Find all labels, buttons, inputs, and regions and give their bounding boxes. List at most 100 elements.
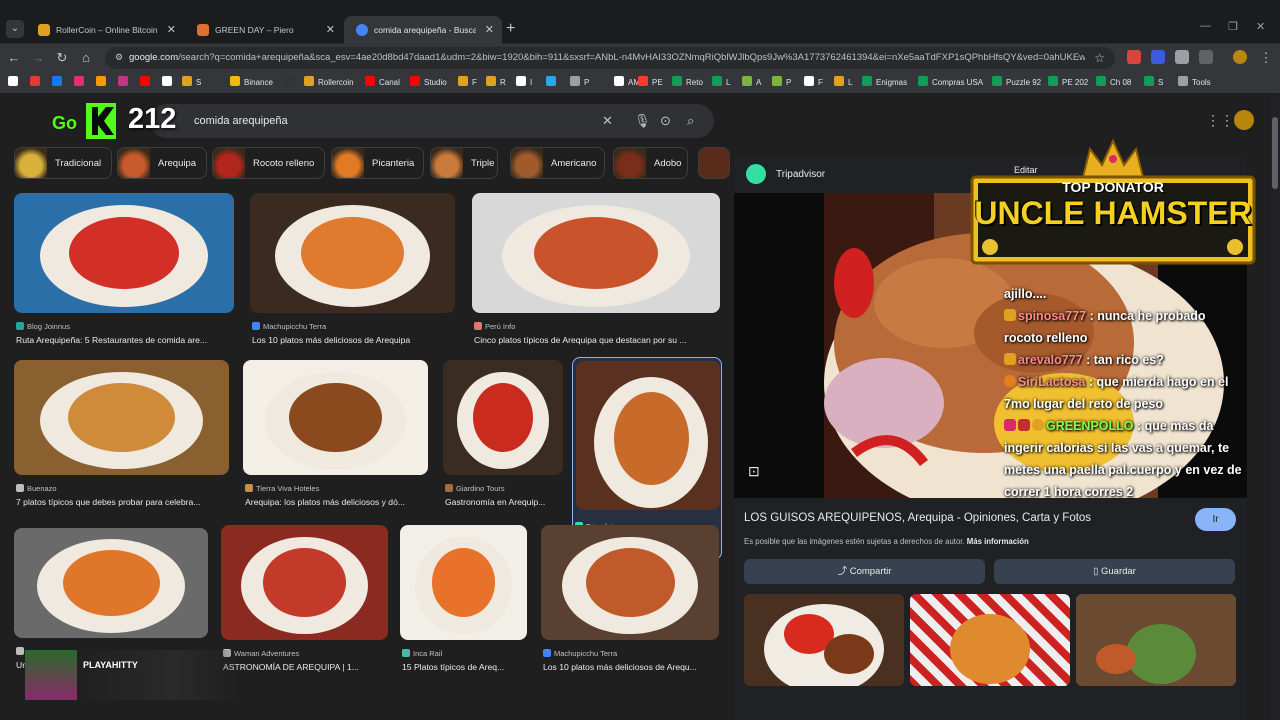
search-icon[interactable]: ⌕ — [687, 104, 694, 138]
bookmark-item[interactable] — [140, 76, 154, 90]
result-source[interactable]: Giardino Tours — [445, 484, 505, 493]
voice-search-icon[interactable]: 🎙 — [634, 104, 651, 138]
close-tab-icon[interactable]: ✕ — [485, 16, 494, 44]
bookmark-item[interactable]: Canal — [365, 76, 400, 90]
tab-search-button[interactable]: ⌄ — [6, 20, 24, 38]
page-scrollbar[interactable] — [1270, 95, 1280, 720]
result-caption[interactable]: 7 platos típicos que debes probar para c… — [16, 497, 227, 507]
profile-avatar-icon[interactable] — [1233, 50, 1247, 64]
scroll-thumb[interactable] — [1272, 117, 1278, 189]
bookmark-item[interactable]: Enigmas — [862, 76, 907, 90]
google-apps-icon[interactable]: ⋮⋮ — [1206, 112, 1234, 129]
result-source[interactable]: Buenazo — [16, 484, 57, 493]
result-thumbnail[interactable] — [472, 193, 720, 313]
bookmark-item[interactable]: Rollercoin — [304, 76, 354, 90]
home-icon[interactable]: ⌂ — [78, 50, 94, 66]
bookmark-item[interactable]: PE 202 — [1048, 76, 1088, 90]
close-tab-icon[interactable]: ✕ — [326, 16, 335, 44]
result-thumbnail[interactable] — [14, 193, 234, 313]
result-source[interactable]: Inca Rail — [402, 649, 442, 658]
result-thumbnail[interactable] — [243, 360, 428, 475]
bookmark-star-icon[interactable]: ☆ — [1094, 47, 1105, 69]
lens-icon[interactable]: ⊡ — [748, 463, 760, 480]
result-source[interactable]: Perú Info — [474, 322, 515, 331]
save-button[interactable]: ▯ Guardar — [994, 559, 1235, 584]
close-tab-icon[interactable]: ✕ — [167, 16, 176, 44]
extension-icon[interactable] — [1175, 50, 1189, 64]
image-result[interactable]: Tierra Viva Hoteles Arequipa: los platos … — [243, 360, 428, 523]
panel-site-name[interactable]: Tripadvisor — [776, 155, 825, 195]
lens-search-icon[interactable]: ⊙ — [660, 104, 671, 138]
result-caption[interactable]: Cinco platos típicos de Arequipa que des… — [474, 335, 718, 345]
bookmark-item[interactable]: Studio — [410, 76, 447, 90]
bookmark-item[interactable]: Binance — [230, 76, 273, 90]
result-source[interactable]: Tierra Viva Hoteles — [245, 484, 319, 493]
image-result[interactable]: Machupicchu Terra Los 10 platos más delic… — [541, 525, 719, 688]
forward-icon[interactable]: → — [30, 50, 46, 66]
related-image[interactable] — [744, 594, 904, 686]
result-thumbnail[interactable] — [576, 361, 720, 510]
account-avatar[interactable] — [1234, 110, 1254, 130]
image-result[interactable]: Inca Rail 15 Platos típicos de Areq... — [400, 525, 527, 688]
result-thumbnail[interactable] — [400, 525, 527, 640]
visit-button[interactable]: Ir — [1195, 508, 1236, 531]
bookmark-item[interactable] — [8, 76, 22, 90]
result-caption[interactable]: Ruta Arequipeña: 5 Restaurantes de comid… — [16, 335, 232, 345]
bookmark-item[interactable]: Ch 08 — [1096, 76, 1131, 90]
image-result[interactable]: Machupicchu Terra Los 10 platos más delic… — [250, 193, 455, 361]
extension-icon[interactable] — [1127, 50, 1141, 64]
back-icon[interactable]: ← — [6, 50, 22, 66]
bookmark-item[interactable]: S — [182, 76, 201, 90]
site-info-icon[interactable]: ⚙ — [115, 52, 127, 64]
more-info-link[interactable]: Más información — [967, 537, 1029, 546]
bookmark-item[interactable]: Compras USA — [918, 76, 983, 90]
result-thumbnail[interactable] — [443, 360, 563, 475]
result-source[interactable]: Machupicchu Terra — [543, 649, 617, 658]
new-tab-icon[interactable]: + — [506, 20, 515, 38]
result-caption[interactable]: ASTRONOMÍA DE AREQUIPA | 1... — [223, 662, 386, 672]
result-caption[interactable]: Arequipa: los platos más deliciosos y dó… — [245, 497, 426, 507]
result-thumbnail[interactable] — [541, 525, 719, 640]
bookmark-item[interactable]: F — [804, 76, 823, 90]
image-result[interactable]: Perú Info Cinco platos típicos de Arequip… — [472, 193, 720, 361]
extensions-puzzle-icon[interactable] — [1199, 50, 1213, 64]
menu-kebab-icon[interactable]: ⋮ — [1258, 50, 1274, 66]
bookmark-item[interactable] — [118, 76, 132, 90]
bookmark-item[interactable]: L — [834, 76, 852, 90]
result-thumbnail[interactable] — [221, 525, 388, 640]
minimize-icon[interactable]: — — [1200, 20, 1211, 32]
result-caption[interactable]: 15 Platos típicos de Areq... — [402, 662, 525, 672]
result-thumbnail[interactable] — [14, 528, 208, 638]
bookmark-item[interactable]: S — [1144, 76, 1163, 90]
close-window-icon[interactable]: ✕ — [1256, 20, 1265, 33]
bookmark-item[interactable]: P — [570, 76, 589, 90]
clear-icon[interactable]: ✕ — [602, 104, 613, 138]
bookmark-item[interactable]: Tools — [1178, 76, 1211, 90]
bookmark-item[interactable] — [74, 76, 88, 90]
bookmark-item[interactable]: L — [712, 76, 730, 90]
result-caption[interactable]: Los 10 platos más deliciosos de Arequipa — [252, 335, 453, 345]
result-caption[interactable]: Los 10 platos más deliciosos de Arequ... — [543, 662, 717, 672]
image-result[interactable]: Waman Adventures ASTRONOMÍA DE AREQUIPA |… — [221, 525, 388, 688]
filter-chip[interactable]: Adobo — [613, 147, 688, 179]
image-result[interactable]: Giardino Tours Gastronomía en Arequip... — [443, 360, 563, 523]
filter-chip[interactable] — [698, 147, 730, 179]
reload-icon[interactable]: ↻ — [54, 50, 70, 66]
bookmark-item[interactable]: I — [516, 76, 532, 90]
result-source[interactable]: Machupicchu Terra — [252, 322, 326, 331]
filter-chip[interactable]: Arequipa — [117, 147, 207, 179]
panel-title[interactable]: LOS GUISOS AREQUIPENOS, Arequipa - Opini… — [744, 512, 1091, 524]
result-caption[interactable]: Gastronomía en Arequip... — [445, 497, 561, 507]
tab-rollercoin[interactable]: RollerCoin – Online Bitcoin Mini ✕ — [26, 16, 184, 44]
bookmark-item[interactable]: AM — [614, 76, 640, 90]
bookmark-item[interactable]: R — [486, 76, 506, 90]
result-thumbnail[interactable] — [250, 193, 455, 313]
related-image[interactable] — [910, 594, 1070, 686]
bookmark-item[interactable] — [162, 76, 176, 90]
bookmark-item[interactable]: Puzzle 92 — [992, 76, 1041, 90]
bookmark-item[interactable]: Reto — [672, 76, 703, 90]
related-image[interactable] — [1076, 594, 1236, 686]
share-button[interactable]: ⤴ Compartir — [744, 559, 985, 584]
bookmark-item[interactable] — [52, 76, 66, 90]
filter-chip[interactable]: Rocoto relleno — [212, 147, 325, 179]
